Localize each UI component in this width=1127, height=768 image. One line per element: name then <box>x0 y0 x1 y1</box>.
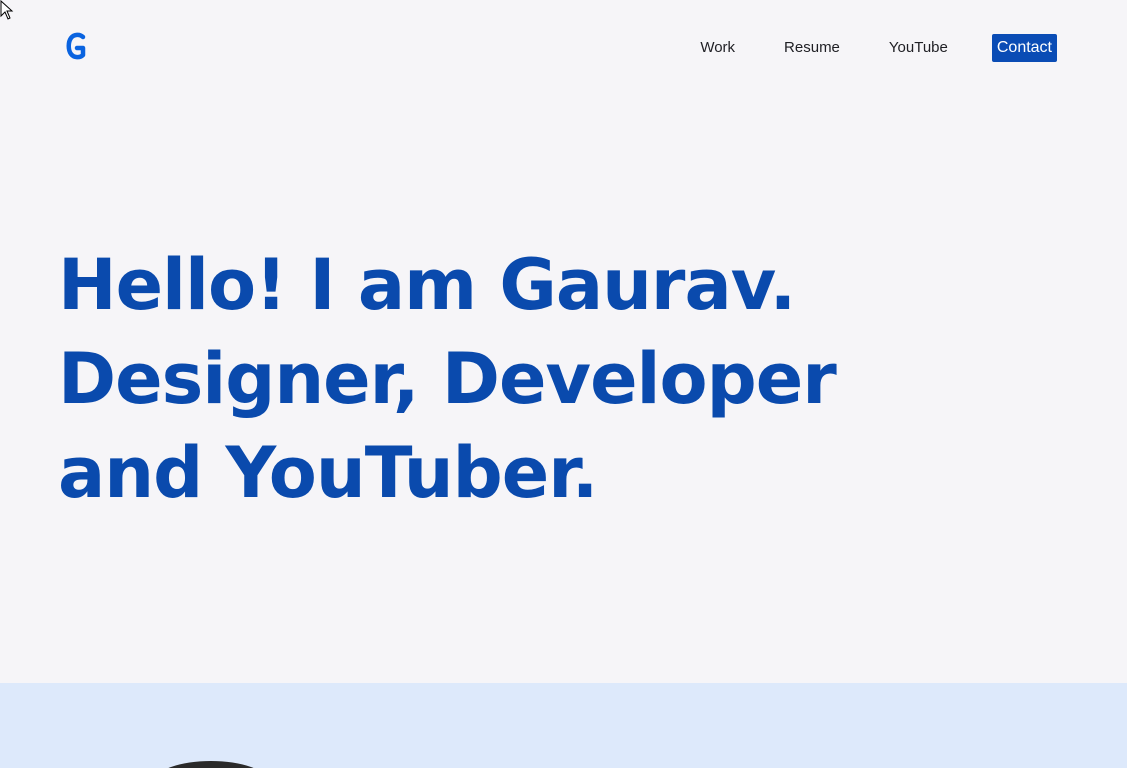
nav-link-work[interactable]: Work <box>700 34 735 62</box>
site-header: Work Resume YouTube Contact <box>0 0 1127 96</box>
profile-image-top <box>155 761 267 768</box>
main-nav: Work Resume YouTube Contact <box>651 34 1057 62</box>
nav-link-resume[interactable]: Resume <box>784 34 840 62</box>
next-section <box>0 683 1127 768</box>
contact-button[interactable]: Contact <box>991 34 1057 62</box>
g-logo-icon[interactable] <box>64 31 90 63</box>
hero-line-roles: Designer, Developer <box>58 338 837 420</box>
nav-link-youtube[interactable]: YouTube <box>889 34 948 62</box>
hero-line-youtuber: and YouTuber. <box>58 432 598 514</box>
hero-heading: Hello! I am Gaurav. Designer, Developer … <box>58 238 958 520</box>
page: Work Resume YouTube Contact Hello! I am … <box>0 0 1127 768</box>
hero-line-greeting: Hello! I am Gaurav. <box>58 244 796 326</box>
